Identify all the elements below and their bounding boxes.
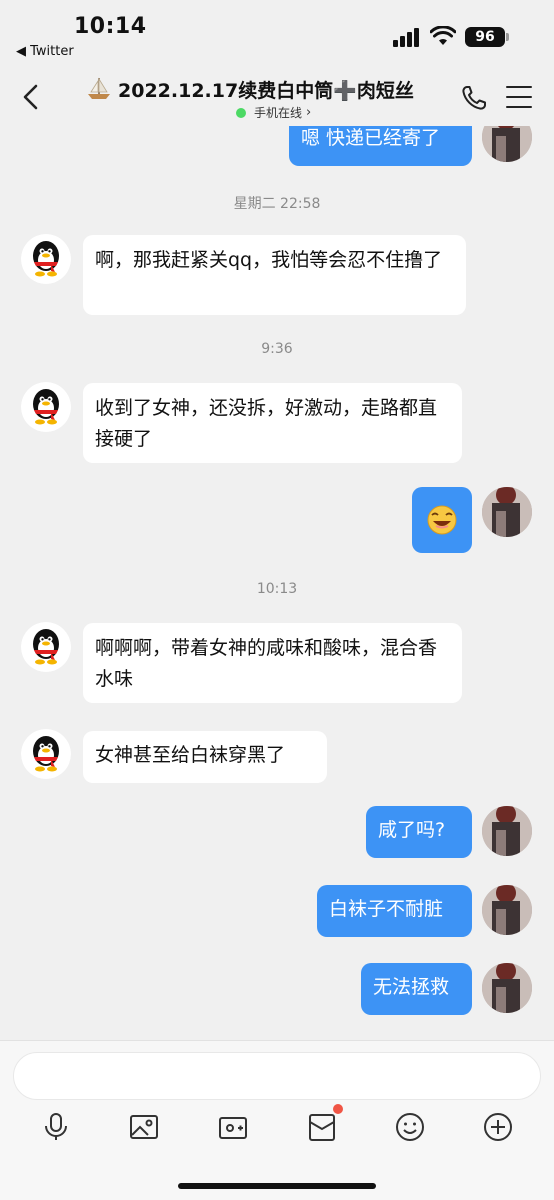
contact-avatar[interactable] [21,622,71,672]
phone-icon[interactable] [460,84,488,112]
user-avatar[interactable] [482,487,532,537]
qq-penguin-icon [21,729,71,779]
online-status-label: 手机在线 [254,106,303,120]
back-arrow-icon[interactable] [18,82,44,112]
chat-title: 2022.12.17续费白中筒➕肉短丝 [118,79,414,102]
plus-icon[interactable] [482,1111,514,1143]
message-bubble-incoming[interactable]: 收到了女神，还没拆，好激动，走路都直接硬了 [83,383,462,463]
chat-title-row[interactable]: 2022.12.17续费白中筒➕肉短丝 [86,74,446,104]
user-avatar[interactable] [482,126,532,162]
timestamp: 10:13 [256,581,298,597]
battery-tip [506,33,509,41]
back-to-app-link[interactable]: ◀ Twitter [16,44,74,59]
message-text: 嗯 快递已经寄了 [301,127,441,149]
chevron-right-icon: › [306,105,312,120]
qq-penguin-icon [21,622,71,672]
message-bubble-outgoing[interactable]: 白袜子不耐脏 [317,885,472,937]
contact-avatar[interactable] [21,382,71,432]
timestamp: 星期二 22:58 [233,196,321,212]
timestamp: 9:36 [261,341,293,357]
message-text: 啊，那我赶紧关qq，我怕等会忍不住撸了 [95,249,443,271]
wifi-icon [430,26,456,45]
message-bubble-incoming[interactable]: 女神甚至给白袜穿黑了 [83,731,327,783]
message-text: 无法拯救 [373,976,450,998]
composer [0,1040,554,1200]
message-bubble-incoming[interactable]: 啊啊啊，带着女神的咸味和酸味，混合香水味 [83,623,462,703]
message-bubble-outgoing-emoji[interactable] [412,487,472,553]
user-avatar[interactable] [482,963,532,1013]
cellular-signal-icon [393,27,423,47]
user-avatar[interactable] [482,806,532,856]
message-bubble-outgoing[interactable]: 咸了吗? [366,806,472,858]
online-dot-icon [236,107,246,118]
home-indicator[interactable] [178,1183,376,1189]
image-icon[interactable] [128,1111,160,1143]
message-bubble-incoming[interactable]: 啊，那我赶紧关qq，我怕等会忍不住撸了 [83,235,466,315]
microphone-icon[interactable] [40,1111,72,1143]
message-list[interactable]: 嗯 快递已经寄了 星期二 22:58 啊，那我赶紧关qq，我怕等会忍不住撸了 9… [0,126,554,1040]
clock: 10:14 [74,14,147,39]
contact-avatar[interactable] [21,234,71,284]
notification-dot [333,1104,343,1114]
qq-penguin-icon [21,382,71,432]
red-packet-icon[interactable] [306,1111,338,1143]
laughing-face-emoji [427,505,457,535]
sailboat-icon [88,77,110,99]
qq-penguin-icon [21,234,71,284]
menu-icon[interactable] [506,86,532,108]
camera-icon[interactable] [217,1111,249,1143]
message-text: 收到了女神，还没拆，好激动，走路都直接硬了 [95,397,438,450]
message-text: 女神甚至给白袜穿黑了 [95,744,286,766]
user-avatar[interactable] [482,885,532,935]
message-input[interactable] [13,1052,541,1100]
chat-header: 2022.12.17续费白中筒➕肉短丝 手机在线 › [0,64,554,126]
message-bubble-outgoing[interactable]: 嗯 快递已经寄了 [289,126,472,166]
message-text: 咸了吗? [378,819,446,841]
battery-icon: 96 [465,27,505,47]
message-bubble-outgoing[interactable]: 无法拯救 [361,963,472,1015]
message-text: 啊啊啊，带着女神的咸味和酸味，混合香水味 [95,637,438,690]
contact-avatar[interactable] [21,729,71,779]
status-bar: 10:14 ◀ Twitter 96 [0,0,554,64]
message-text: 白袜子不耐脏 [329,898,444,920]
emoji-icon[interactable] [394,1111,426,1143]
online-status[interactable]: 手机在线 › [236,104,311,121]
